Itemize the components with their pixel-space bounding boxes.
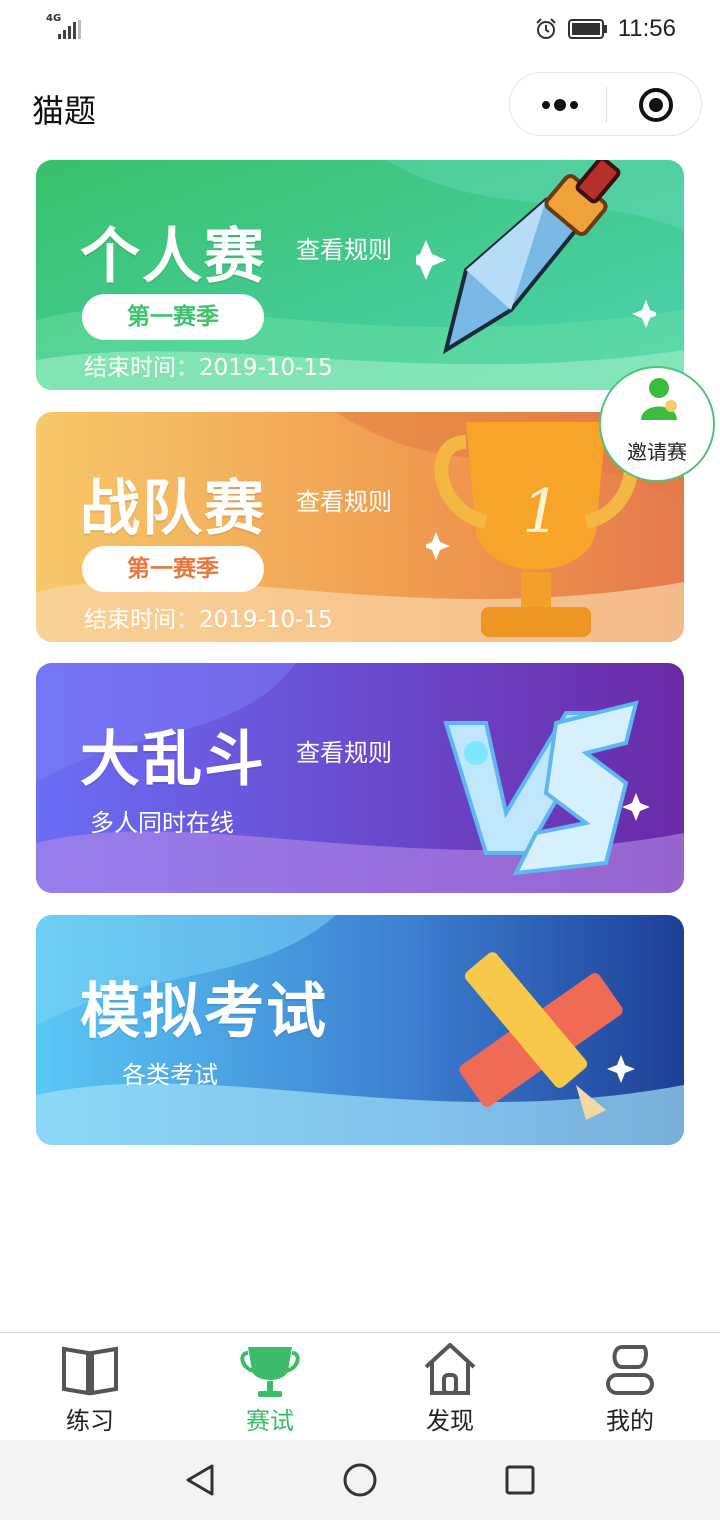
card-subtitle: 各类考试 bbox=[122, 1061, 218, 1089]
invite-match-button[interactable]: 邀请赛 bbox=[599, 366, 715, 482]
tab-label: 我的 bbox=[606, 1407, 654, 1435]
end-time: 结束时间：2019-10-15 bbox=[84, 355, 333, 381]
tab-competition[interactable]: 赛试 bbox=[180, 1333, 360, 1440]
end-time: 结束时间：2019-10-15 bbox=[84, 607, 333, 633]
back-icon[interactable] bbox=[182, 1462, 218, 1498]
tab-bar: 练习 赛试 发现 我的 bbox=[0, 1332, 720, 1440]
svg-text:1: 1 bbox=[522, 477, 560, 547]
view-rules-link[interactable]: 查看规则 bbox=[296, 230, 392, 265]
view-rules-link[interactable]: 查看规则 bbox=[296, 482, 392, 517]
recents-icon[interactable] bbox=[502, 1462, 538, 1498]
season-badge[interactable]: 第一赛季 bbox=[82, 546, 264, 592]
trophy-tab-icon bbox=[240, 1347, 300, 1397]
card-title: 大乱斗 bbox=[80, 725, 266, 795]
card-title: 模拟考试 bbox=[80, 977, 328, 1047]
alarm-icon bbox=[536, 18, 556, 39]
user-add-icon bbox=[641, 378, 677, 420]
status-bar: 4G 11:56 bbox=[0, 0, 720, 58]
signal-icon: 4G bbox=[44, 14, 84, 42]
card-personal-match[interactable]: 个人赛 查看规则 第一赛季 结束时间：2019-10-15 bbox=[36, 160, 684, 390]
profile-icon bbox=[606, 1345, 654, 1395]
battery-icon bbox=[567, 19, 607, 39]
card-subtitle: 多人同时在线 bbox=[90, 809, 234, 837]
card-team-match[interactable]: 战队赛 查看规则 第一赛季 结束时间：2019-10-15 1 bbox=[36, 412, 684, 642]
book-icon bbox=[62, 1346, 118, 1396]
tab-label: 发现 bbox=[426, 1407, 474, 1435]
system-navigation-bar bbox=[0, 1440, 720, 1520]
card-title: 战队赛 bbox=[80, 474, 266, 544]
tab-label: 赛试 bbox=[246, 1407, 294, 1435]
vs-icon bbox=[443, 700, 650, 876]
card-title: 个人赛 bbox=[80, 222, 266, 292]
pencil-ruler-icon bbox=[459, 952, 635, 1120]
view-rules-link[interactable]: 查看规则 bbox=[296, 733, 392, 768]
invite-label: 邀请赛 bbox=[627, 440, 687, 464]
target-circle-icon[interactable] bbox=[638, 87, 674, 123]
card-mock-exam[interactable]: 模拟考试 各类考试 bbox=[36, 915, 684, 1145]
tab-mine[interactable]: 我的 bbox=[540, 1333, 720, 1440]
capsule-divider bbox=[606, 87, 607, 123]
home-circle-icon[interactable] bbox=[342, 1462, 378, 1498]
clock: 11:56 bbox=[617, 15, 676, 42]
card-battle-royale[interactable]: 大乱斗 查看规则 多人同时在线 bbox=[36, 663, 684, 893]
page-title: 猫题 bbox=[32, 92, 97, 130]
season-badge[interactable]: 第一赛季 bbox=[82, 294, 264, 340]
tab-practice[interactable]: 练习 bbox=[0, 1333, 180, 1440]
tab-label: 练习 bbox=[66, 1407, 114, 1435]
home-icon bbox=[424, 1343, 476, 1395]
mini-program-capsule bbox=[509, 72, 702, 136]
tab-discover[interactable]: 发现 bbox=[360, 1333, 540, 1440]
sword-icon bbox=[416, 160, 656, 355]
more-dots-icon[interactable] bbox=[538, 93, 582, 117]
